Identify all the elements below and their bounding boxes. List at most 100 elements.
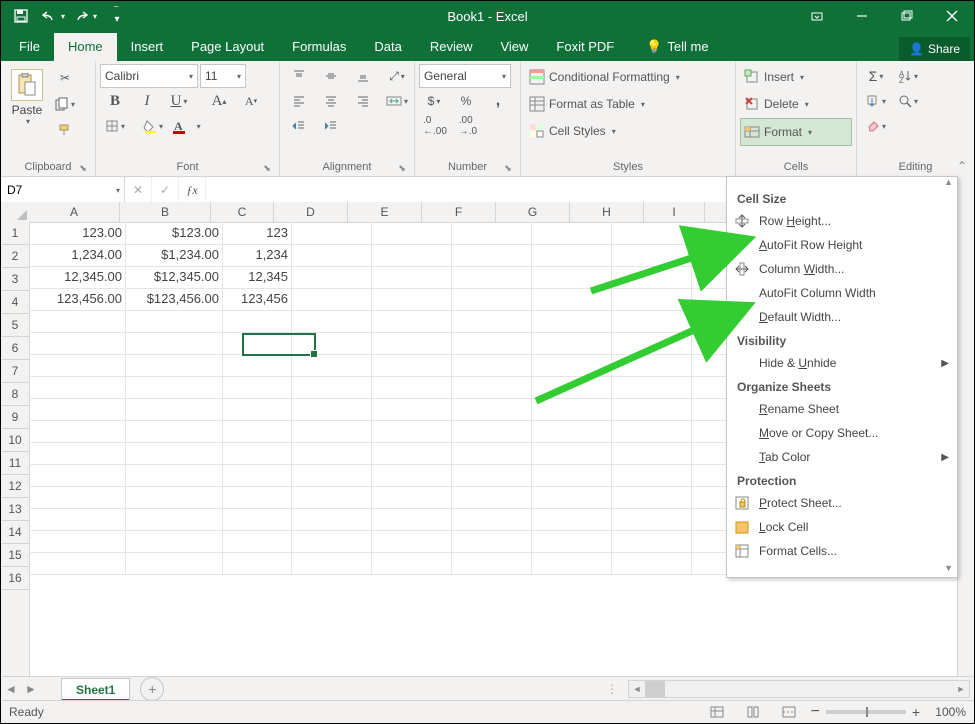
- row-header-14[interactable]: 14: [1, 521, 29, 544]
- cell-A3[interactable]: 12,345.00: [29, 266, 126, 289]
- cell-H1[interactable]: [612, 222, 692, 245]
- cell-G13[interactable]: [532, 486, 612, 509]
- tab-page-layout[interactable]: Page Layout: [177, 33, 278, 61]
- comma-style-button[interactable]: ,: [483, 89, 513, 113]
- view-normal-button[interactable]: [702, 700, 732, 724]
- view-page-layout-button[interactable]: [738, 700, 768, 724]
- col-header-C[interactable]: C: [211, 202, 274, 222]
- row-header-13[interactable]: 13: [1, 498, 29, 521]
- menu-item-hide-unhide[interactable]: Hide & Unhide▶: [727, 351, 957, 375]
- tab-scroll-left[interactable]: ◄: [1, 677, 21, 701]
- cell-F6[interactable]: [452, 332, 532, 355]
- cell-C5[interactable]: [223, 310, 292, 333]
- percent-style-button[interactable]: %: [451, 89, 481, 113]
- cell-D14[interactable]: [292, 508, 372, 531]
- cell-D15[interactable]: [292, 530, 372, 553]
- align-center-button[interactable]: [316, 89, 346, 113]
- cell-F8[interactable]: [452, 376, 532, 399]
- cell-B9[interactable]: [126, 398, 223, 421]
- cell-G1[interactable]: [532, 222, 612, 245]
- cell-D10[interactable]: [292, 420, 372, 443]
- cell-A11[interactable]: [29, 442, 126, 465]
- cell-H3[interactable]: [612, 266, 692, 289]
- paste-button[interactable]: Paste ▾: [5, 64, 49, 130]
- conditional-formatting-button[interactable]: Conditional Formatting▾: [525, 65, 731, 89]
- view-page-break-button[interactable]: [774, 700, 804, 724]
- tab-formulas[interactable]: Formulas: [278, 33, 360, 61]
- close-button[interactable]: [929, 1, 974, 31]
- row-header-16[interactable]: 16: [1, 567, 29, 590]
- cell-H16[interactable]: [612, 552, 692, 575]
- cell-E15[interactable]: [372, 530, 452, 553]
- cell-H6[interactable]: [612, 332, 692, 355]
- font-color-button[interactable]: A▾: [170, 114, 205, 138]
- cell-H5[interactable]: [612, 310, 692, 333]
- sheet-tab[interactable]: Sheet1: [61, 678, 130, 701]
- delete-cells-button[interactable]: Delete▾: [740, 92, 852, 116]
- cell-B5[interactable]: [126, 310, 223, 333]
- cell-F10[interactable]: [452, 420, 532, 443]
- increase-indent-button[interactable]: [316, 114, 346, 138]
- cell-C14[interactable]: [223, 508, 292, 531]
- cell-H13[interactable]: [612, 486, 692, 509]
- cell-D12[interactable]: [292, 464, 372, 487]
- tab-view[interactable]: View: [486, 33, 542, 61]
- cell-G12[interactable]: [532, 464, 612, 487]
- cell-H10[interactable]: [612, 420, 692, 443]
- cell-D1[interactable]: [292, 222, 372, 245]
- cell-A1[interactable]: 123.00: [29, 222, 126, 245]
- cell-A16[interactable]: [29, 552, 126, 575]
- decrease-font-button[interactable]: A▾: [236, 89, 266, 113]
- cell-H9[interactable]: [612, 398, 692, 421]
- cell-E8[interactable]: [372, 376, 452, 399]
- cell-A12[interactable]: [29, 464, 126, 487]
- cell-E2[interactable]: [372, 244, 452, 267]
- align-bottom-button[interactable]: [348, 64, 378, 88]
- cell-F12[interactable]: [452, 464, 532, 487]
- alignment-dialog-launcher[interactable]: ⬊: [396, 162, 408, 174]
- cell-C11[interactable]: [223, 442, 292, 465]
- cell-D7[interactable]: [292, 354, 372, 377]
- row-header-11[interactable]: 11: [1, 452, 29, 475]
- col-header-D[interactable]: D: [274, 202, 348, 222]
- cell-B3[interactable]: $12,345.00: [126, 266, 223, 289]
- tab-foxit-pdf[interactable]: Foxit PDF: [542, 33, 628, 61]
- cell-C15[interactable]: [223, 530, 292, 553]
- menu-item-row-height[interactable]: Row Height...: [727, 209, 957, 233]
- autosum-button[interactable]: Σ▾: [861, 64, 891, 88]
- zoom-level[interactable]: 100%: [926, 705, 966, 719]
- cell-F13[interactable]: [452, 486, 532, 509]
- cell-H12[interactable]: [612, 464, 692, 487]
- cell-B13[interactable]: [126, 486, 223, 509]
- cell-E9[interactable]: [372, 398, 452, 421]
- tab-insert[interactable]: Insert: [117, 33, 178, 61]
- cell-C10[interactable]: [223, 420, 292, 443]
- row-header-12[interactable]: 12: [1, 475, 29, 498]
- cell-C1[interactable]: 123: [223, 222, 292, 245]
- cell-H11[interactable]: [612, 442, 692, 465]
- cell-A9[interactable]: [29, 398, 126, 421]
- cell-H2[interactable]: [612, 244, 692, 267]
- row-header-2[interactable]: 2: [1, 245, 29, 268]
- borders-button[interactable]: ▾: [100, 114, 130, 138]
- copy-button[interactable]: ▾: [50, 92, 80, 116]
- cell-F4[interactable]: [452, 288, 532, 311]
- insert-function-button[interactable]: ƒx: [179, 177, 206, 203]
- cell-H8[interactable]: [612, 376, 692, 399]
- col-header-A[interactable]: A: [29, 202, 120, 222]
- cell-B12[interactable]: [126, 464, 223, 487]
- cell-E7[interactable]: [372, 354, 452, 377]
- cell-F11[interactable]: [452, 442, 532, 465]
- col-header-E[interactable]: E: [348, 202, 422, 222]
- menu-item-autofit-column-width[interactable]: AutoFit Column Width: [727, 281, 957, 305]
- font-dialog-launcher[interactable]: ⬊: [261, 162, 273, 174]
- tab-home[interactable]: Home: [54, 33, 117, 61]
- cell-G7[interactable]: [532, 354, 612, 377]
- orientation-button[interactable]: ⤢▾: [382, 64, 412, 88]
- cell-H7[interactable]: [612, 354, 692, 377]
- menu-item-column-width[interactable]: Column Width...: [727, 257, 957, 281]
- cell-E14[interactable]: [372, 508, 452, 531]
- menu-item-format-cells[interactable]: Format Cells...: [727, 539, 957, 563]
- cell-D4[interactable]: [292, 288, 372, 311]
- increase-decimal-button[interactable]: .0←.00: [419, 114, 451, 138]
